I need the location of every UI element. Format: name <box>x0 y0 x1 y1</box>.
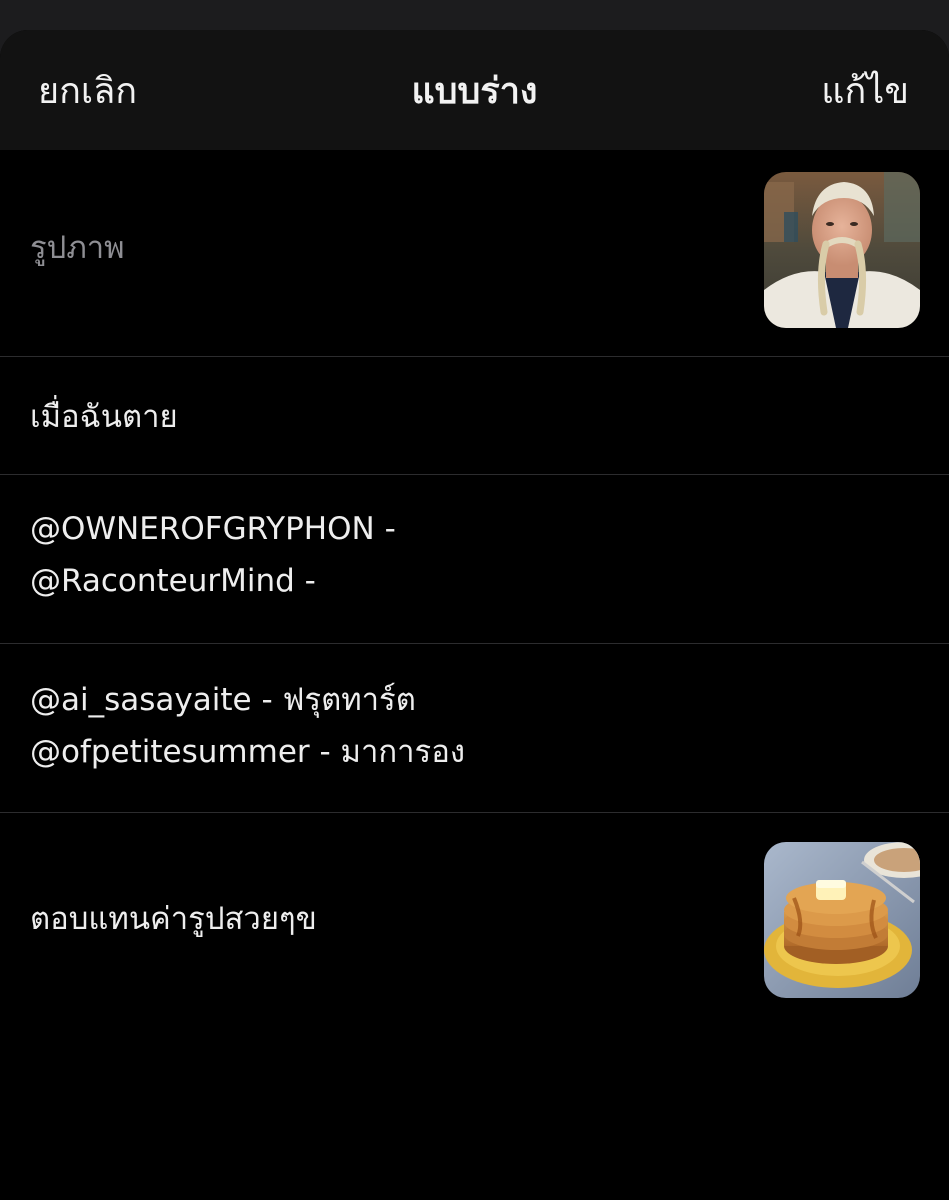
draft-row-image[interactable]: รูปภาพ <box>0 150 949 357</box>
draft-text: เมื่อฉันตาย <box>30 399 178 435</box>
drafts-sheet: ยกเลิก แบบร่าง แก้ไข รูปภาพ เมื่อฉันตาย … <box>0 30 949 1200</box>
draft-text-line-2: @ofpetitesummer - มาการอง <box>30 734 465 770</box>
draft-text-line-1: @ai_sasayaite - ฟรุตทาร์ต <box>30 682 416 718</box>
draft-text-line-2: @RaconteurMind - <box>30 563 316 599</box>
draft-row[interactable]: @ai_sasayaite - ฟรุตทาร์ต @ofpetitesumme… <box>0 644 949 813</box>
page-title: แบบร่าง <box>411 71 538 112</box>
draft-text: ตอบแทนค่ารูปสวยๆข <box>30 901 317 937</box>
draft-text-line-1: @OWNEROFGRYPHON - <box>30 511 396 547</box>
drafts-list: รูปภาพ เมื่อฉันตาย @OWNEROFGRYPHON - @Ra… <box>0 150 949 1027</box>
pancake-stack-thumbnail <box>764 842 920 998</box>
draft-row[interactable]: @OWNEROFGRYPHON - @RaconteurMind - <box>0 475 949 644</box>
edit-button[interactable]: แก้ไข <box>821 68 909 116</box>
draft-text: รูปภาพ <box>30 230 125 266</box>
draft-row[interactable]: เมื่อฉันตาย <box>0 357 949 475</box>
viking-portrait-thumbnail <box>764 172 920 328</box>
draft-row-with-image[interactable]: ตอบแทนค่ารูปสวยๆข <box>0 813 949 1027</box>
navigation-bar: ยกเลิก แบบร่าง แก้ไข <box>0 30 949 150</box>
